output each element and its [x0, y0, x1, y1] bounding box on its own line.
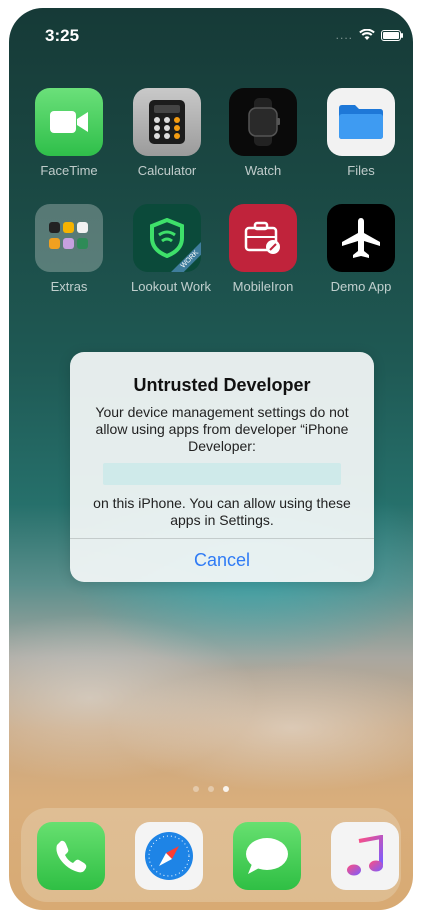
watch-icon [229, 88, 297, 156]
dock [21, 808, 401, 902]
page-indicator[interactable] [9, 786, 413, 792]
app-label: Calculator [137, 163, 197, 178]
app-files[interactable]: Files [325, 88, 397, 178]
airplane-icon [327, 204, 395, 272]
files-icon [327, 88, 395, 156]
app-label: MobileIron [232, 279, 294, 294]
app-label: Lookout Work [131, 279, 211, 294]
status-time: 3:25 [45, 26, 80, 45]
folder-icon [35, 204, 103, 272]
page-dot-active [223, 786, 229, 792]
app-calculator[interactable]: Calculator [131, 88, 203, 178]
alert-message-after: on this iPhone. You can allow using thes… [93, 495, 351, 528]
app-extras-folder[interactable]: Extras [33, 204, 105, 294]
status-icons: .... [335, 28, 403, 42]
wifi-icon [359, 29, 375, 40]
app-label: Demo App [330, 279, 392, 294]
signal-dots: .... [335, 28, 353, 42]
page-dot [193, 786, 199, 792]
cancel-button[interactable]: Cancel [70, 539, 374, 582]
app-label: Watch [244, 163, 282, 178]
app-facetime[interactable]: FaceTime [33, 88, 105, 178]
page-dot [208, 786, 214, 792]
app-demo[interactable]: Demo App [325, 204, 397, 294]
safari-icon[interactable] [135, 822, 203, 890]
phone-icon[interactable] [37, 822, 105, 890]
app-mobileiron[interactable]: MobileIron [227, 204, 299, 294]
battery-icon [381, 29, 403, 41]
app-label: FaceTime [40, 163, 98, 178]
messages-icon[interactable] [233, 822, 301, 890]
alert-title: Untrusted Developer [133, 375, 311, 395]
calculator-icon [133, 88, 201, 156]
app-watch[interactable]: Watch [227, 88, 299, 178]
lookout-icon: WORK [133, 204, 201, 272]
redacted-developer-name [103, 463, 341, 485]
home-screen: 3:25 .... FaceTime Calculator Watch File… [9, 8, 413, 910]
alert-message: Your device management settings do not a… [95, 404, 349, 454]
facetime-icon [35, 88, 103, 156]
app-lookout-work[interactable]: WORK Lookout Work [131, 204, 211, 294]
app-label: Files [347, 163, 375, 178]
app-label: Extras [50, 279, 88, 294]
mobileiron-icon [229, 204, 297, 272]
music-icon[interactable] [331, 822, 399, 890]
untrusted-developer-alert: Untrusted Developer Your device manageme… [70, 352, 374, 582]
